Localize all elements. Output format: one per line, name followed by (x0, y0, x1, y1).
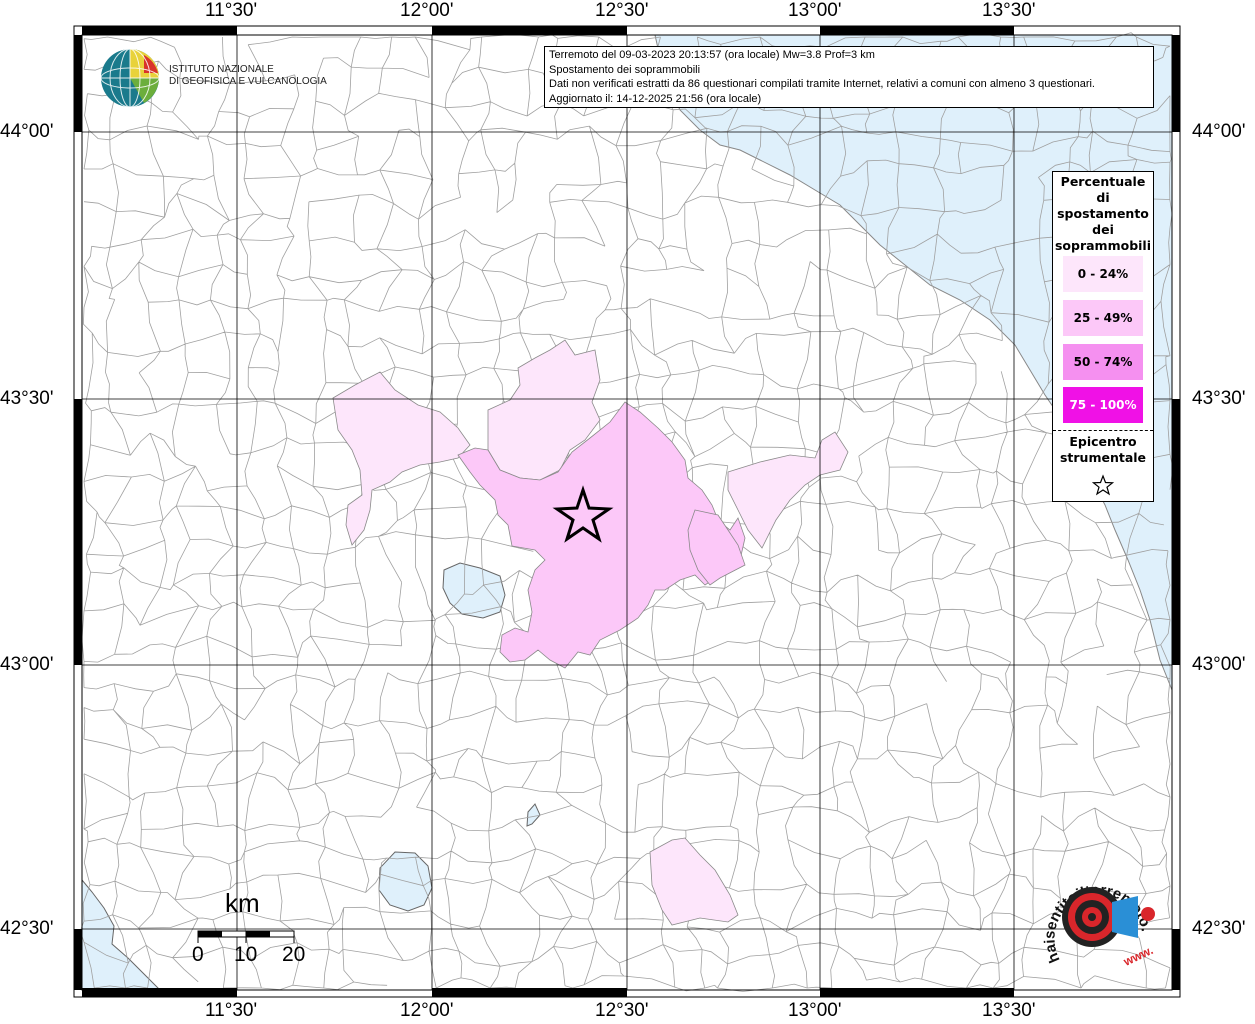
scale-label-0: 0 (192, 943, 204, 966)
hst-logo: haisentitoilterremoto.it www. (1028, 849, 1170, 982)
legend-title: Percentuale di spostamento dei soprammob… (1054, 174, 1151, 253)
scale-label-10: 10 (234, 943, 258, 966)
lon-label-bottom-2: 12°00' (400, 1000, 454, 1021)
lon-label-bottom-4: 13°00' (788, 1000, 842, 1021)
legend-class-25-49: 25 - 49% (1063, 300, 1143, 336)
ingv-text: ISTITUTO NAZIONALE DI GEOFISICA E VULCAN… (169, 64, 327, 88)
map-legend: Percentuale di spostamento dei soprammob… (1052, 171, 1154, 502)
legend-class-50-74: 50 - 74% (1063, 344, 1143, 380)
lat-label-left-2: 43°30' (0, 388, 54, 409)
event-info-line-1: Terremoto del 09-03-2023 20:13:57 (ora l… (549, 49, 875, 61)
hst-target-icon: haisentitoilterremoto.it www. (1028, 849, 1156, 969)
event-info-line-4: Aggiornato il: 14-12-2025 21:56 (ora loc… (549, 92, 762, 105)
lon-label-bottom-5: 13°30' (982, 1000, 1036, 1021)
event-info-line-3: Dati non verificati estratti da 86 quest… (549, 78, 1095, 90)
lon-label-top-2: 12°00' (400, 0, 454, 21)
ingv-line-2: DI GEOFISICA E VULCANOLOGIA (169, 76, 327, 87)
scale-label-20: 20 (282, 943, 306, 966)
legend-class-75-100: 75 - 100% (1063, 387, 1143, 423)
lat-label-right-4: 42°30' (1192, 918, 1246, 939)
hst-www: www. (1120, 943, 1155, 969)
ingv-globe-icon (100, 48, 160, 108)
event-info-line-2: Spostamento dei soprammobili (549, 63, 701, 76)
lat-label-left-3: 43°00' (0, 654, 54, 675)
lat-label-right-2: 43°30' (1192, 388, 1246, 409)
lat-label-right-3: 43°00' (1192, 654, 1246, 675)
lat-label-left-4: 42°30' (0, 918, 54, 939)
ingv-logo: ISTITUTO NAZIONALE DI GEOFISICA E VULCAN… (100, 47, 327, 111)
legend-star-icon (1092, 474, 1114, 496)
lon-label-bottom-1: 11°30' (205, 1000, 258, 1021)
legend-class-0-24: 0 - 24% (1063, 256, 1143, 292)
lon-label-top-1: 11°30' (205, 0, 258, 21)
scale-unit: km (225, 888, 260, 918)
lon-label-top-4: 13°00' (788, 0, 842, 21)
ingv-line-1: ISTITUTO NAZIONALE (169, 64, 274, 75)
lon-label-bottom-3: 12°30' (595, 1000, 649, 1021)
event-info-box: Terremoto del 09-03-2023 20:13:57 (ora l… (544, 46, 1154, 108)
lat-label-right-1: 44°00' (1192, 121, 1246, 142)
legend-epicenter-label: Epicentro strumentale (1059, 434, 1147, 465)
lon-label-top-3: 12°30' (595, 0, 649, 21)
legend-divider (1053, 430, 1153, 431)
lat-label-left-1: 44°00' (0, 121, 54, 142)
lon-label-top-5: 13°30' (982, 0, 1036, 21)
